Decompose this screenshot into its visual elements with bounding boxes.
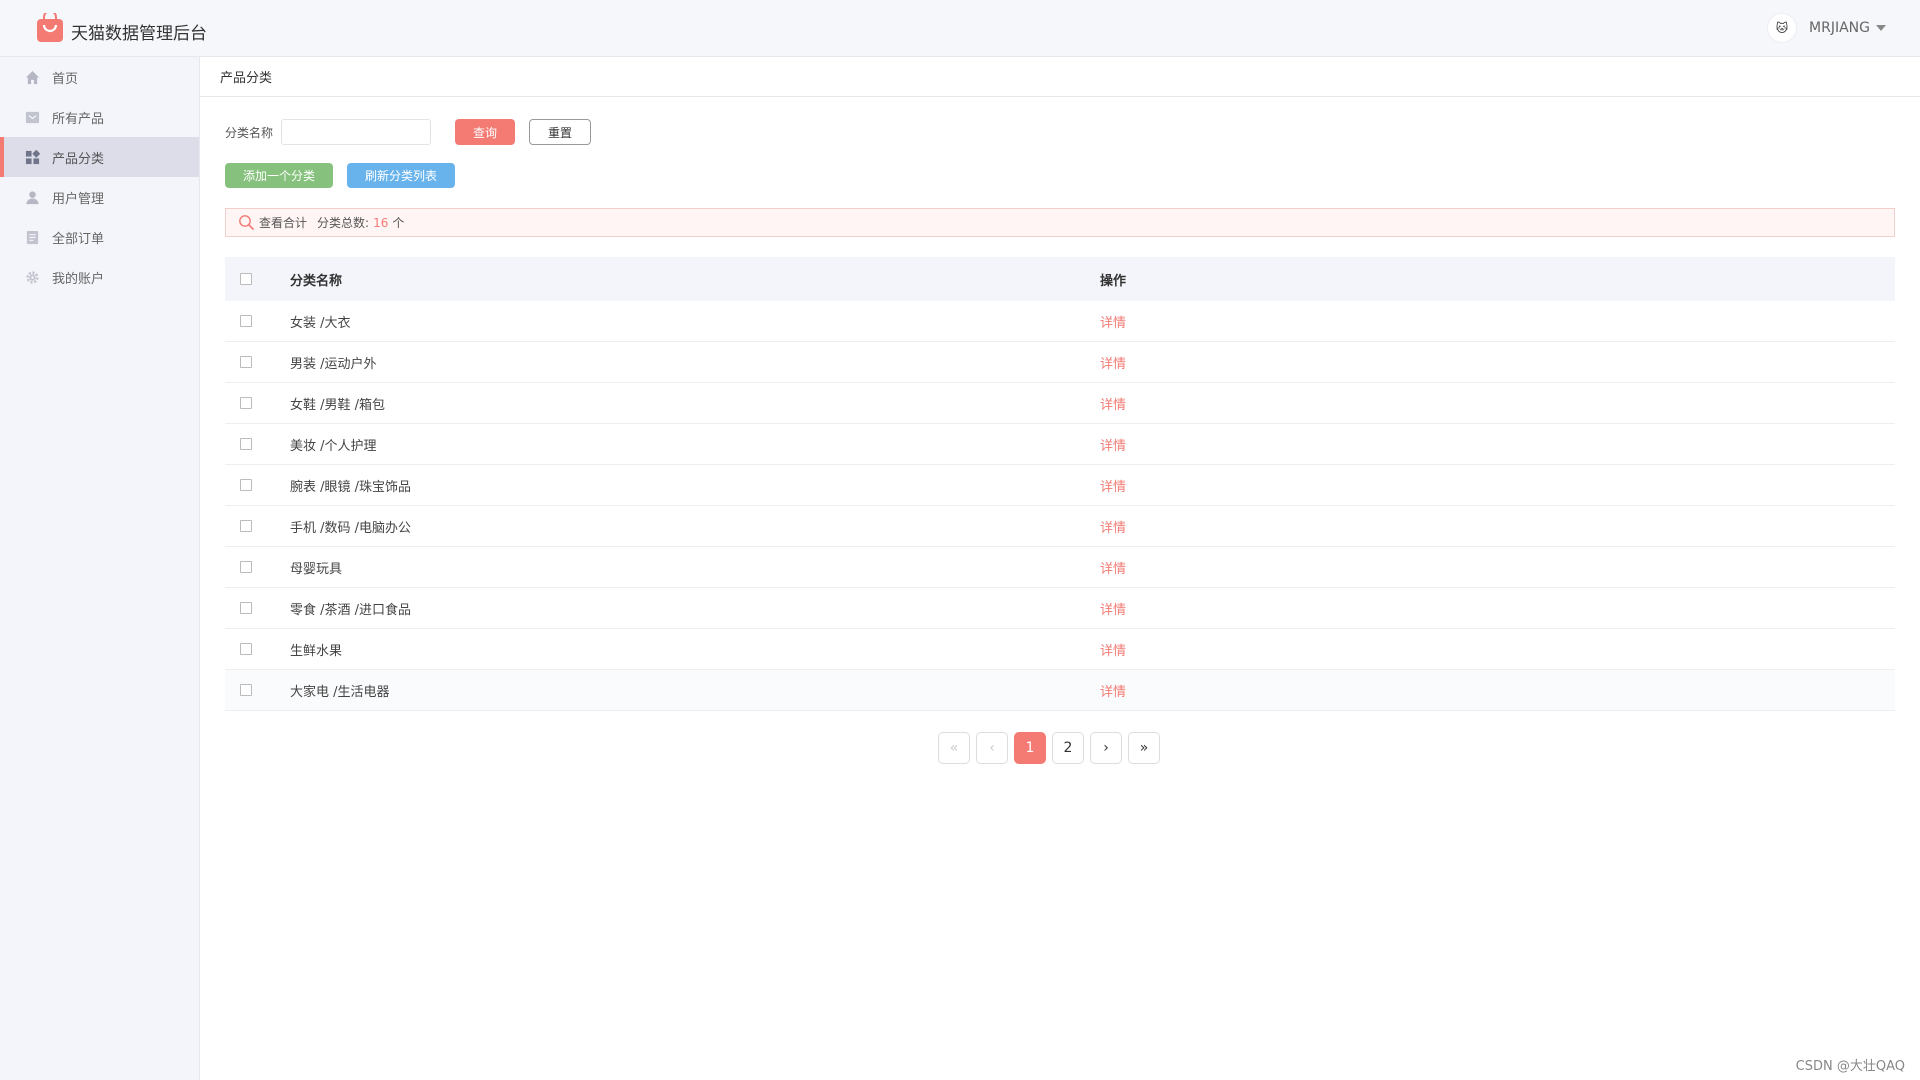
pagination: « ‹ 1 2 › » [938, 732, 1166, 764]
detail-link[interactable]: 详情 [1100, 480, 1126, 495]
detail-link[interactable]: 详情 [1100, 439, 1126, 454]
page-button-1[interactable]: 1 [1014, 732, 1046, 764]
row-checkbox[interactable] [240, 315, 252, 327]
next-page-button[interactable]: › [1090, 732, 1122, 764]
sidebar-item-products[interactable]: 所有产品 [0, 97, 199, 137]
select-all-checkbox[interactable] [240, 273, 252, 285]
table-row: 女鞋 /男鞋 /箱包 详情 [225, 383, 1895, 424]
category-name: 女鞋 /男鞋 /箱包 [290, 397, 386, 413]
row-checkbox[interactable] [240, 438, 252, 450]
detail-link[interactable]: 详情 [1100, 398, 1126, 413]
detail-link[interactable]: 详情 [1100, 316, 1126, 331]
app-title: 天猫数据管理后台 [71, 24, 207, 44]
row-checkbox[interactable] [240, 397, 252, 409]
detail-link[interactable]: 详情 [1100, 603, 1126, 618]
category-name: 手机 /数码 /电脑办公 [290, 520, 412, 536]
breadcrumb: 产品分类 [200, 57, 1920, 97]
category-name: 大家电 /生活电器 [290, 684, 390, 700]
table-row: 手机 /数码 /电脑办公 详情 [225, 506, 1895, 547]
detail-link[interactable]: 详情 [1100, 644, 1126, 659]
last-page-button[interactable]: » [1128, 732, 1160, 764]
summary-count-label: 分类总数: [317, 216, 370, 230]
row-checkbox[interactable] [240, 602, 252, 614]
summary-bar: 查看合计 分类总数: 16 个 [225, 208, 1895, 237]
reset-button[interactable]: 重置 [529, 119, 592, 145]
table-row: 大家电 /生活电器 详情 [225, 670, 1895, 711]
detail-link[interactable]: 详情 [1100, 357, 1126, 372]
row-checkbox[interactable] [240, 479, 252, 491]
search-icon [239, 215, 255, 231]
user-menu[interactable]: 🐱 MRJIANG [1767, 13, 1886, 43]
sidebar-item-label: 我的账户 [52, 271, 105, 287]
sidebar-item-label: 首页 [52, 71, 79, 87]
sidebar-item-home[interactable]: 首页 [0, 57, 199, 97]
category-name: 美妆 /个人护理 [290, 438, 377, 454]
main-content: 产品分类 分类名称 查询 重置 添加一个分类 刷新分类列表 查看合计 分类总数:… [200, 57, 1920, 1080]
sidebar-item-users[interactable]: 用户管理 [0, 177, 199, 217]
product-icon [25, 110, 40, 125]
summary-unit: 个 [392, 216, 405, 230]
table-row: 母婴玩具 详情 [225, 547, 1895, 588]
first-page-button[interactable]: « [938, 732, 970, 764]
table-row: 女装 /大衣 详情 [225, 301, 1895, 342]
sidebar-item-label: 全部订单 [52, 231, 105, 247]
order-icon [25, 230, 40, 245]
row-checkbox[interactable] [240, 643, 252, 655]
table-row: 生鲜水果 详情 [225, 629, 1895, 670]
prev-page-button[interactable]: ‹ [976, 732, 1008, 764]
detail-link[interactable]: 详情 [1100, 685, 1126, 700]
page-button-2[interactable]: 2 [1052, 732, 1084, 764]
username[interactable]: MRJIANG [1809, 20, 1870, 36]
caret-down-icon[interactable] [1876, 25, 1886, 31]
add-category-button[interactable]: 添加一个分类 [225, 163, 333, 188]
category-name-input[interactable] [281, 119, 432, 145]
avatar[interactable]: 🐱 [1767, 13, 1798, 43]
category-name: 女装 /大衣 [290, 315, 351, 331]
category-name: 母婴玩具 [290, 561, 343, 577]
sidebar-item-categories[interactable]: 产品分类 [0, 137, 199, 177]
sidebar-item-label: 用户管理 [52, 191, 105, 207]
row-checkbox[interactable] [240, 356, 252, 368]
shopping-bag-logo-icon [37, 13, 63, 42]
top-bar: 天猫数据管理后台 🐱 MRJIANG [0, 0, 1920, 57]
table-row: 男装 /运动户外 详情 [225, 342, 1895, 383]
gear-icon [25, 270, 40, 285]
column-header-action: 操作 [1100, 273, 1127, 289]
category-icon [25, 149, 40, 165]
search-label: 分类名称 [225, 125, 274, 140]
category-name: 生鲜水果 [290, 643, 343, 659]
row-checkbox[interactable] [240, 561, 252, 573]
query-button[interactable]: 查询 [455, 119, 516, 145]
sidebar: 首页 所有产品 产品分类 用户管理 全部订单 我的账户 [0, 57, 200, 1080]
table-row: 腕表 /眼镜 /珠宝饰品 详情 [225, 465, 1895, 506]
table-header: 分类名称 操作 [225, 257, 1895, 301]
sidebar-item-label: 产品分类 [52, 151, 105, 167]
sidebar-item-orders[interactable]: 全部订单 [0, 217, 199, 257]
row-checkbox[interactable] [240, 684, 252, 696]
column-header-name: 分类名称 [290, 273, 343, 289]
watermark: CSDN @大壮QAQ [1795, 1059, 1905, 1074]
category-name: 零食 /茶酒 /进口食品 [290, 602, 412, 618]
user-icon [25, 190, 40, 205]
table-row: 零食 /茶酒 /进口食品 详情 [225, 588, 1895, 629]
action-bar: 添加一个分类 刷新分类列表 [225, 163, 455, 188]
home-icon [25, 70, 40, 85]
sidebar-item-label: 所有产品 [52, 111, 105, 127]
summary-count: 16 [373, 215, 389, 230]
category-table: 分类名称 操作 女装 /大衣 详情 男装 /运动户外 详情 女鞋 /男鞋 /箱包… [225, 257, 1895, 711]
detail-link[interactable]: 详情 [1100, 521, 1126, 536]
sidebar-item-account[interactable]: 我的账户 [0, 257, 199, 297]
page-title: 产品分类 [220, 71, 273, 86]
refresh-list-button[interactable]: 刷新分类列表 [347, 163, 455, 188]
category-name: 腕表 /眼镜 /珠宝饰品 [290, 479, 412, 495]
row-checkbox[interactable] [240, 520, 252, 532]
table-row: 美妆 /个人护理 详情 [225, 424, 1895, 465]
search-form: 分类名称 查询 重置 [225, 119, 592, 145]
detail-link[interactable]: 详情 [1100, 562, 1126, 577]
summary-title: 查看合计 [259, 216, 308, 230]
category-name: 男装 /运动户外 [290, 356, 377, 372]
